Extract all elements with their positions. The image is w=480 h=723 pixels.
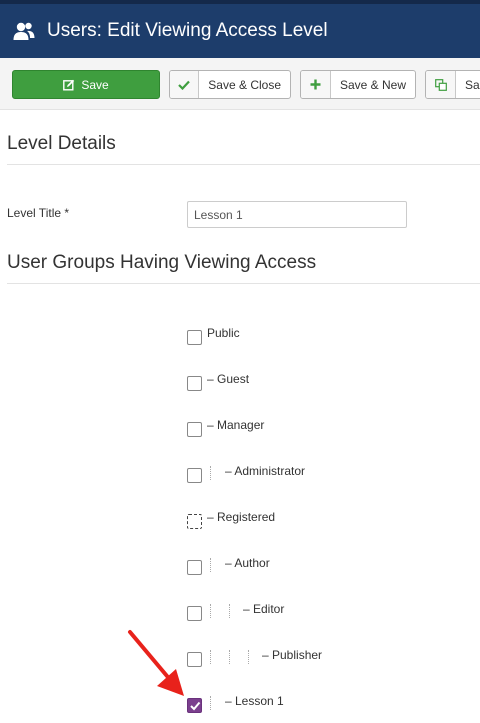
group-label: – Editor <box>243 602 285 616</box>
group-checkbox[interactable] <box>187 606 202 621</box>
group-checkbox[interactable] <box>187 698 202 713</box>
tree-guide <box>210 604 211 618</box>
group-checkbox[interactable] <box>187 468 202 483</box>
group-row-manager[interactable]: – Manager <box>187 418 307 440</box>
save-button-label: Save <box>81 77 109 92</box>
group-label: – Administrator <box>225 464 306 478</box>
tree-guide <box>229 650 230 664</box>
group-row-registered[interactable]: – Registered <box>187 510 307 532</box>
group-checkbox[interactable] <box>187 652 202 667</box>
edit-icon <box>63 79 75 90</box>
save-copy-label: Sa <box>465 77 480 92</box>
save-new-button[interactable]: Save & New <box>300 70 416 99</box>
toolbar: Save Save & Close Save & New Sa <box>0 58 480 110</box>
group-row-public[interactable]: Public <box>187 326 307 348</box>
group-label: – Lesson 1 <box>225 694 284 708</box>
page-header: Users: Edit Viewing Access Level <box>0 0 480 58</box>
save-close-label: Save & Close <box>208 77 281 92</box>
users-icon <box>13 22 35 40</box>
group-row-administrator[interactable]: – Administrator <box>187 464 337 486</box>
save-button[interactable]: Save <box>12 70 160 99</box>
group-label: Public <box>207 326 240 340</box>
save-close-button[interactable]: Save & Close <box>169 70 291 99</box>
group-row-guest[interactable]: – Guest <box>187 372 307 394</box>
tree-guide <box>248 650 249 664</box>
level-details-heading: Level Details <box>7 133 116 154</box>
group-checkbox[interactable] <box>187 514 202 529</box>
tree-guide <box>210 696 211 710</box>
plus-icon <box>301 71 331 98</box>
user-groups-heading: User Groups Having Viewing Access <box>7 252 317 273</box>
divider <box>7 283 480 284</box>
group-label: – Registered <box>207 510 276 524</box>
group-row-lesson-1[interactable]: – Lesson 1 <box>187 694 307 716</box>
group-label: – Publisher <box>262 648 323 662</box>
group-checkbox[interactable] <box>187 330 202 345</box>
group-label: – Manager <box>207 418 265 432</box>
copy-icon <box>426 71 456 98</box>
tree-guide <box>210 650 211 664</box>
group-row-author[interactable]: – Author <box>187 556 307 578</box>
page-title: Users: Edit Viewing Access Level <box>47 20 328 41</box>
group-row-editor[interactable]: – Editor <box>187 602 317 624</box>
divider <box>7 164 480 165</box>
group-checkbox[interactable] <box>187 376 202 391</box>
annotation-arrow-icon <box>128 630 184 696</box>
save-copy-button[interactable]: Sa <box>425 70 480 99</box>
checkmark-icon <box>190 701 201 711</box>
group-row-publisher[interactable]: – Publisher <box>187 648 337 670</box>
tree-guide <box>210 466 211 480</box>
group-checkbox[interactable] <box>187 560 202 575</box>
level-title-input[interactable] <box>187 201 407 228</box>
level-title-label: Level Title * <box>7 206 70 220</box>
group-label: – Guest <box>207 372 250 386</box>
tree-guide <box>229 604 230 618</box>
tree-guide <box>210 558 211 572</box>
save-new-label: Save & New <box>339 77 406 92</box>
group-checkbox[interactable] <box>187 422 202 437</box>
check-icon <box>170 71 200 98</box>
group-label: – Author <box>225 556 270 570</box>
